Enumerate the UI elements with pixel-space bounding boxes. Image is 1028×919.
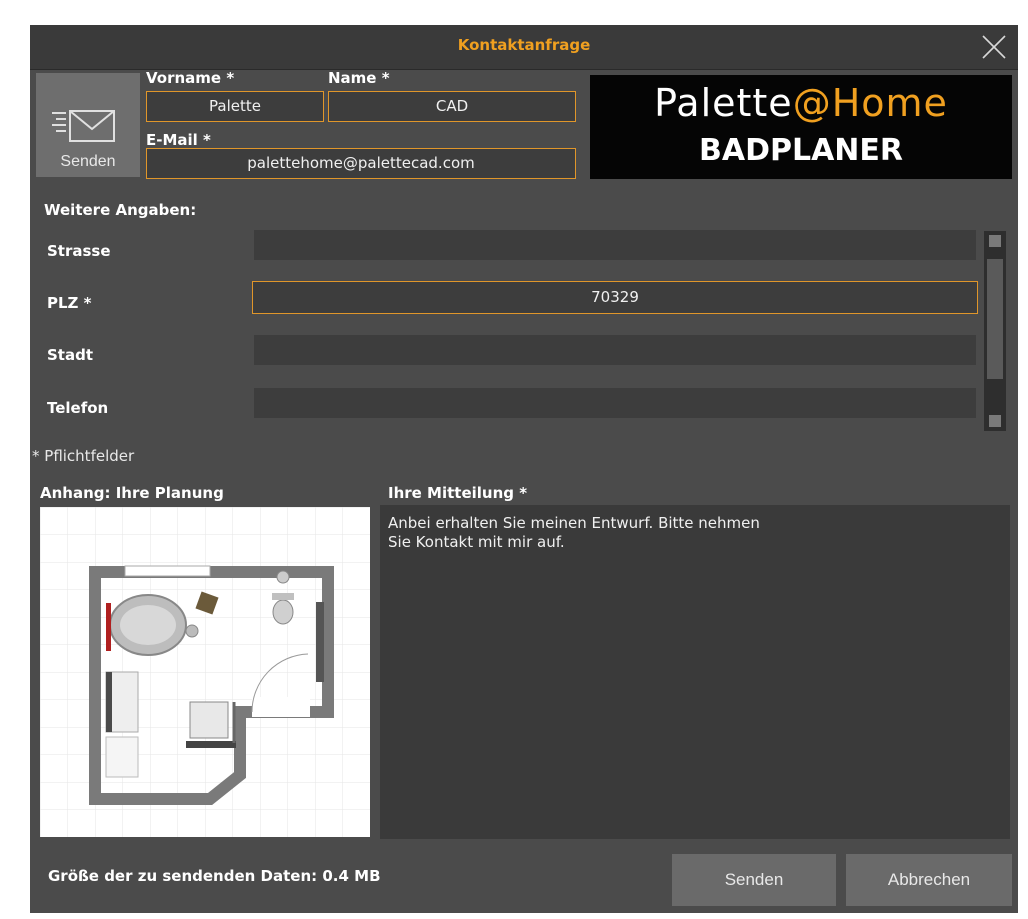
cancel-button[interactable]: Abbrechen [846, 854, 1012, 906]
attachment-heading: Anhang: Ihre Planung [40, 484, 224, 502]
strasse-field[interactable] [254, 230, 976, 260]
vorname-label: Vorname * [146, 69, 235, 87]
scrollbar-thumb[interactable] [987, 259, 1003, 379]
email-label: E-Mail * [146, 131, 211, 149]
floorplan-image [40, 507, 370, 837]
data-size-text: Größe der zu sendenden Daten: 0.4 MB [48, 867, 381, 885]
name-field[interactable]: CAD [328, 91, 576, 122]
message-textarea[interactable]: Anbei erhalten Sie meinen Entwurf. Bitte… [380, 505, 1010, 839]
plz-field[interactable]: 70329 [252, 281, 978, 314]
send-tile-button[interactable]: Senden [36, 73, 140, 177]
scroll-down-arrow-icon[interactable] [989, 415, 1001, 427]
weitere-angaben-heading: Weitere Angaben: [44, 201, 197, 219]
telefon-label: Telefon [47, 399, 109, 417]
close-icon[interactable] [980, 33, 1008, 61]
envelope-send-icon [52, 110, 115, 142]
vorname-field[interactable]: Palette [146, 91, 324, 122]
scrollbar[interactable] [984, 231, 1006, 431]
title-bar: Kontaktanfrage [30, 25, 1018, 70]
plz-label: PLZ * [47, 294, 92, 312]
stadt-label: Stadt [47, 346, 94, 364]
logo-home-text: @Home [792, 81, 948, 125]
strasse-label: Strasse [47, 242, 111, 260]
dialog-title: Kontaktanfrage [457, 36, 591, 54]
send-button[interactable]: Senden [672, 854, 836, 906]
logo-line1: Palette@Home [590, 81, 1012, 125]
send-tile-label: Senden [60, 153, 116, 170]
message-line-1: Anbei erhalten Sie meinen Entwurf. Bitte… [388, 514, 760, 532]
contact-dialog: Kontaktanfrage Senden Vorname * Name * P… [30, 25, 1018, 913]
scroll-up-arrow-icon[interactable] [989, 235, 1001, 247]
message-line-2: Sie Kontakt mit mir auf. [388, 533, 565, 551]
name-label: Name * [328, 69, 390, 87]
logo-badplaner-text: BADPLANER [698, 133, 903, 168]
stadt-field[interactable] [254, 335, 976, 365]
floorplan-preview [40, 507, 370, 837]
telefon-field[interactable] [254, 388, 976, 418]
message-heading: Ihre Mitteilung * [388, 484, 528, 502]
brand-logo: Palette@Home BADPLANER [590, 75, 1012, 179]
logo-palette-text: Palette [654, 81, 793, 125]
email-field[interactable]: palettehome@palettecad.com [146, 148, 576, 179]
required-fields-note: * Pflichtfelder [32, 447, 135, 465]
